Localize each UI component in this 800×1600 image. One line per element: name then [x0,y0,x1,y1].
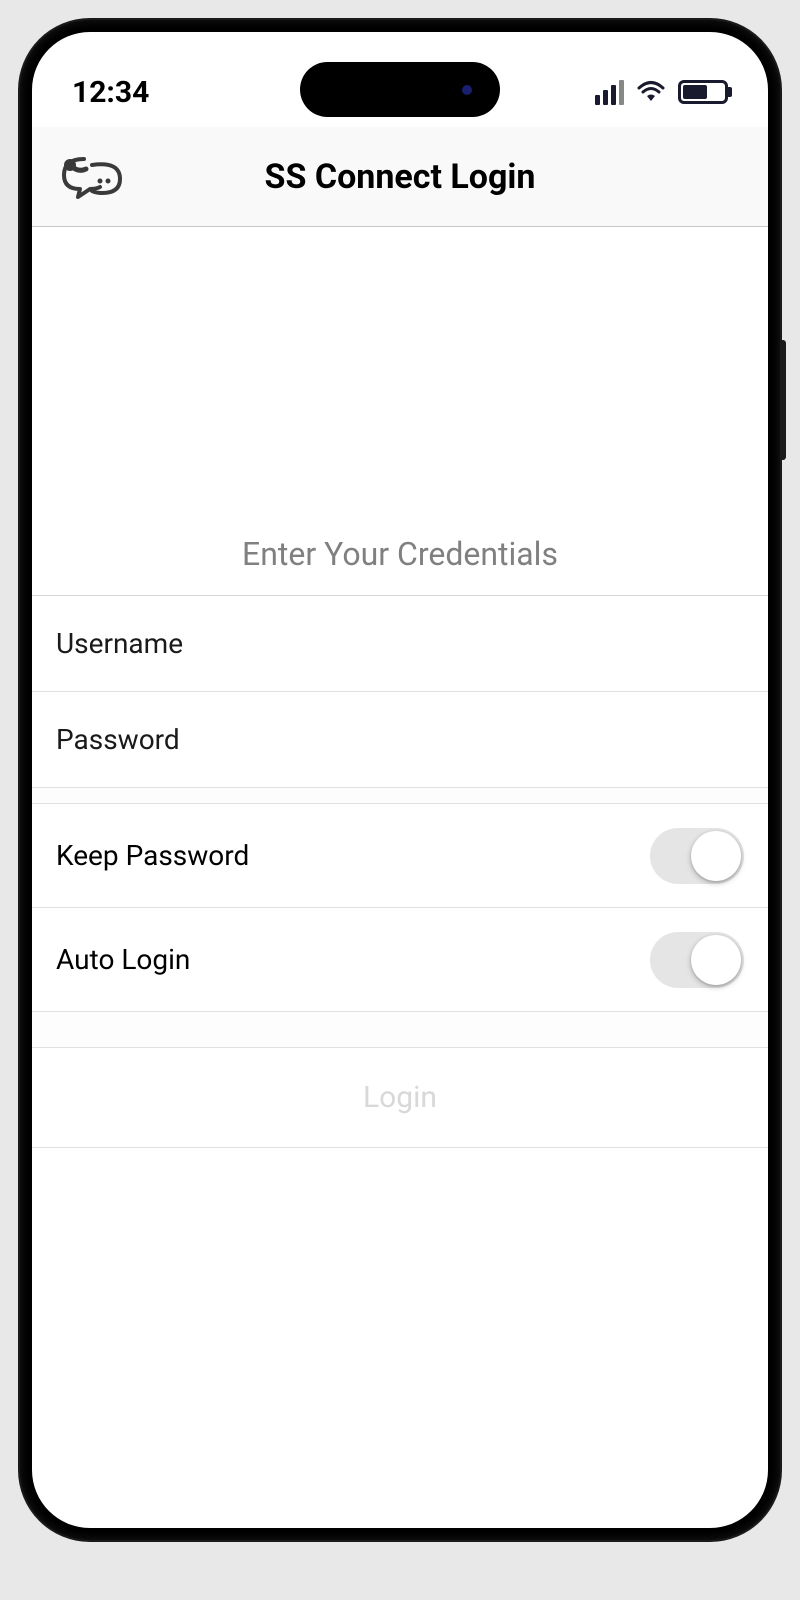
password-field[interactable] [56,723,744,756]
app-logo-icon [56,151,128,203]
phone-screen: 12:34 [32,32,768,1528]
auto-login-row: Auto Login [32,908,768,1012]
status-time: 12:34 [72,75,149,110]
keep-password-label: Keep Password [56,839,249,872]
dynamic-island [300,62,500,117]
password-row[interactable] [32,692,768,788]
app-header: SS Connect Login [32,127,768,227]
auto-login-toggle[interactable] [650,932,744,988]
keep-password-toggle[interactable] [650,828,744,884]
keep-password-row: Keep Password [32,804,768,908]
username-field[interactable] [56,627,744,660]
login-button[interactable]: Login [32,1048,768,1148]
login-button-label: Login [363,1080,437,1115]
cellular-signal-icon [595,80,624,105]
login-form: Enter Your Credentials Keep Password Aut… [32,227,768,1148]
status-icons [595,80,728,105]
page-title: SS Connect Login [265,157,536,197]
phone-frame: 12:34 [20,20,780,1540]
auto-login-label: Auto Login [56,943,190,976]
username-row[interactable] [32,596,768,692]
section-header: Enter Your Credentials [32,517,768,596]
wifi-icon [636,80,666,104]
side-button [780,340,786,460]
battery-icon [678,80,728,104]
